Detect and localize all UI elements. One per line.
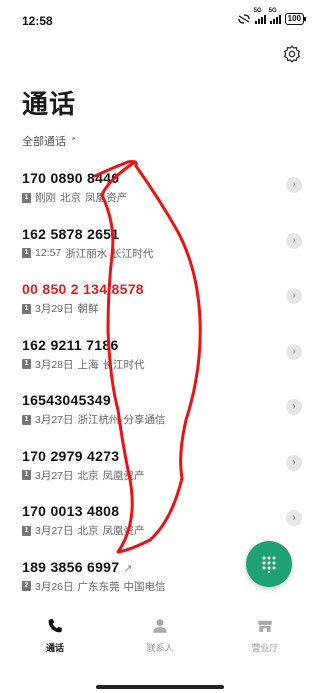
call-location: 浙江丽水: [65, 247, 108, 260]
person-icon: [153, 619, 167, 633]
call-location: 浙江杭州: [77, 414, 120, 426]
outgoing-arrow-icon: ↗: [123, 562, 133, 575]
call-carrier: 凤凰资产: [102, 469, 145, 482]
call-log-row[interactable]: 170 0890 8440 1 刚刚 北京 凤凰资产 ›: [0, 160, 320, 216]
call-time: 3月28日: [35, 358, 74, 371]
call-log-row[interactable]: 170 0013 4808 1 3月27日 北京 凤凰资产 ›: [0, 493, 320, 549]
gear-icon: [284, 45, 300, 63]
call-filter-dropdown[interactable]: 全部通话 ⌃: [22, 133, 78, 149]
call-meta: 1 3月28日 上海 长江时代: [22, 357, 145, 372]
call-time: 12:57: [35, 247, 62, 259]
tab-store-label: 营业厅: [251, 643, 279, 653]
call-location: 朝鲜: [77, 303, 99, 315]
call-number: 162 5878 2651: [22, 225, 120, 242]
call-carrier: 凤凰资产: [102, 525, 145, 537]
call-carrier: 分享通信: [123, 414, 166, 426]
status-time: 12:58: [22, 14, 53, 28]
call-meta: 1 刚刚 北京 凤凰资产: [22, 190, 127, 205]
settings-button[interactable]: [282, 44, 302, 64]
dialpad-button[interactable]: [246, 541, 292, 587]
call-detail-button[interactable]: ›: [286, 454, 302, 471]
tab-calls[interactable]: 通话: [15, 615, 95, 654]
call-number: 189 3856 6997 ↗: [22, 558, 133, 575]
call-time: 3月29日: [35, 303, 74, 315]
sim-card-icon: 2: [22, 581, 31, 591]
store-icon: [258, 620, 272, 632]
call-log-row[interactable]: 16543045349 1 3月27日 浙江杭州 分享通信 ›: [0, 382, 320, 438]
call-number: 170 0013 4808: [22, 503, 120, 519]
dialpad-icon: [262, 556, 276, 573]
call-list: 170 0890 8440 1 刚刚 北京 凤凰资产 › 162 5878 2651 1 12:…: [0, 160, 320, 604]
signal-sim2-icon: 5G: [269, 8, 281, 24]
chevron-right-icon: ›: [292, 290, 296, 301]
sim-card-icon: 1: [22, 414, 31, 425]
call-meta: 1 3月27日 北京 凤凰资产: [22, 468, 145, 483]
call-log-row[interactable]: 170 2979 4273 1 3月27日 北京 凤凰资产 ›: [0, 438, 320, 494]
tab-store[interactable]: 营业厅: [225, 615, 305, 654]
call-location: 北京: [60, 192, 81, 204]
call-detail-button[interactable]: ›: [286, 232, 302, 249]
sim-card-icon: 1: [22, 525, 31, 536]
chevron-updown-icon: ⌃: [70, 135, 78, 146]
chevron-right-icon: ›: [292, 512, 296, 523]
call-location: 上海: [77, 358, 99, 371]
sim-card-icon: 1: [22, 303, 31, 314]
call-meta: 1 12:57 浙江丽水 长江时代: [22, 246, 153, 261]
call-number: 00 850 2 134 8578: [22, 281, 144, 297]
call-carrier: 凤凰资产: [85, 192, 127, 204]
call-detail-button[interactable]: ›: [286, 399, 302, 415]
call-number: 16543045349: [22, 392, 111, 408]
call-meta: 1 3月29日 朝鲜: [22, 301, 103, 316]
call-number: 170 2979 4273: [22, 447, 120, 464]
chevron-right-icon: ›: [292, 345, 296, 357]
call-time: 3月27日: [35, 469, 74, 482]
chevron-right-icon: ›: [292, 234, 296, 246]
call-time: 3月26日: [35, 580, 74, 593]
sim-card-icon: 1: [22, 359, 31, 369]
tab-calls-label: 通话: [45, 643, 64, 653]
battery-icon: 100: [284, 13, 307, 25]
call-carrier: 中国电信: [123, 580, 166, 593]
chevron-right-icon: ›: [292, 401, 296, 412]
call-time: 3月27日: [35, 414, 74, 426]
call-log-row[interactable]: 162 5878 2651 1 12:57 浙江丽水 长江时代 ›: [0, 216, 320, 272]
call-number: 162 9211 7186: [22, 336, 119, 353]
call-detail-button[interactable]: ›: [286, 343, 302, 360]
status-icons: 5G 5G 100: [237, 8, 307, 25]
volte-icon: [237, 14, 250, 24]
call-time: 3月27日: [35, 525, 74, 537]
bottom-tab-bar: 通话 联系人 营业厅: [0, 615, 320, 663]
tab-contacts-label: 联系人: [146, 643, 174, 653]
chevron-right-icon: ›: [292, 456, 296, 468]
chevron-right-icon: ›: [292, 179, 296, 190]
call-carrier: 长江时代: [102, 358, 145, 371]
call-log-row[interactable]: 162 9211 7186 1 3月28日 上海 长江时代 ›: [0, 327, 320, 383]
call-location: 广东东莞: [77, 580, 120, 593]
call-meta: 1 3月27日 北京 凤凰资产: [22, 523, 145, 538]
phone-app: 12:58 5G 5G 100 通话 全部通话 ⌃ 170 0890 8440 …: [0, 0, 320, 693]
signal-sim1-icon: 5G: [254, 8, 266, 24]
sim-card-icon: 1: [22, 470, 31, 480]
sim-card-icon: 1: [22, 248, 31, 258]
phone-icon: [48, 619, 62, 633]
call-detail-button[interactable]: ›: [286, 288, 302, 304]
call-detail-button[interactable]: ›: [286, 177, 302, 193]
tab-contacts[interactable]: 联系人: [120, 615, 200, 654]
call-location: 北京: [77, 469, 99, 482]
call-time: 刚刚: [35, 192, 56, 204]
call-location: 北京: [77, 525, 99, 537]
call-meta: 1 3月27日 浙江杭州 分享通信: [22, 412, 166, 427]
status-bar: 12:58 5G 5G 100: [0, 0, 320, 40]
call-log-row[interactable]: 00 850 2 134 8578 1 3月29日 朝鲜 ›: [0, 271, 320, 327]
sim-card-icon: 1: [22, 192, 31, 203]
home-indicator[interactable]: [96, 685, 224, 689]
call-detail-button[interactable]: ›: [286, 510, 302, 526]
page-title: 通话: [22, 89, 77, 119]
call-meta: 2 3月26日 广东东莞 中国电信: [22, 579, 166, 594]
call-carrier: 长江时代: [111, 247, 154, 260]
filter-label: 全部通话: [22, 136, 66, 148]
call-number: 170 0890 8440: [22, 170, 120, 186]
